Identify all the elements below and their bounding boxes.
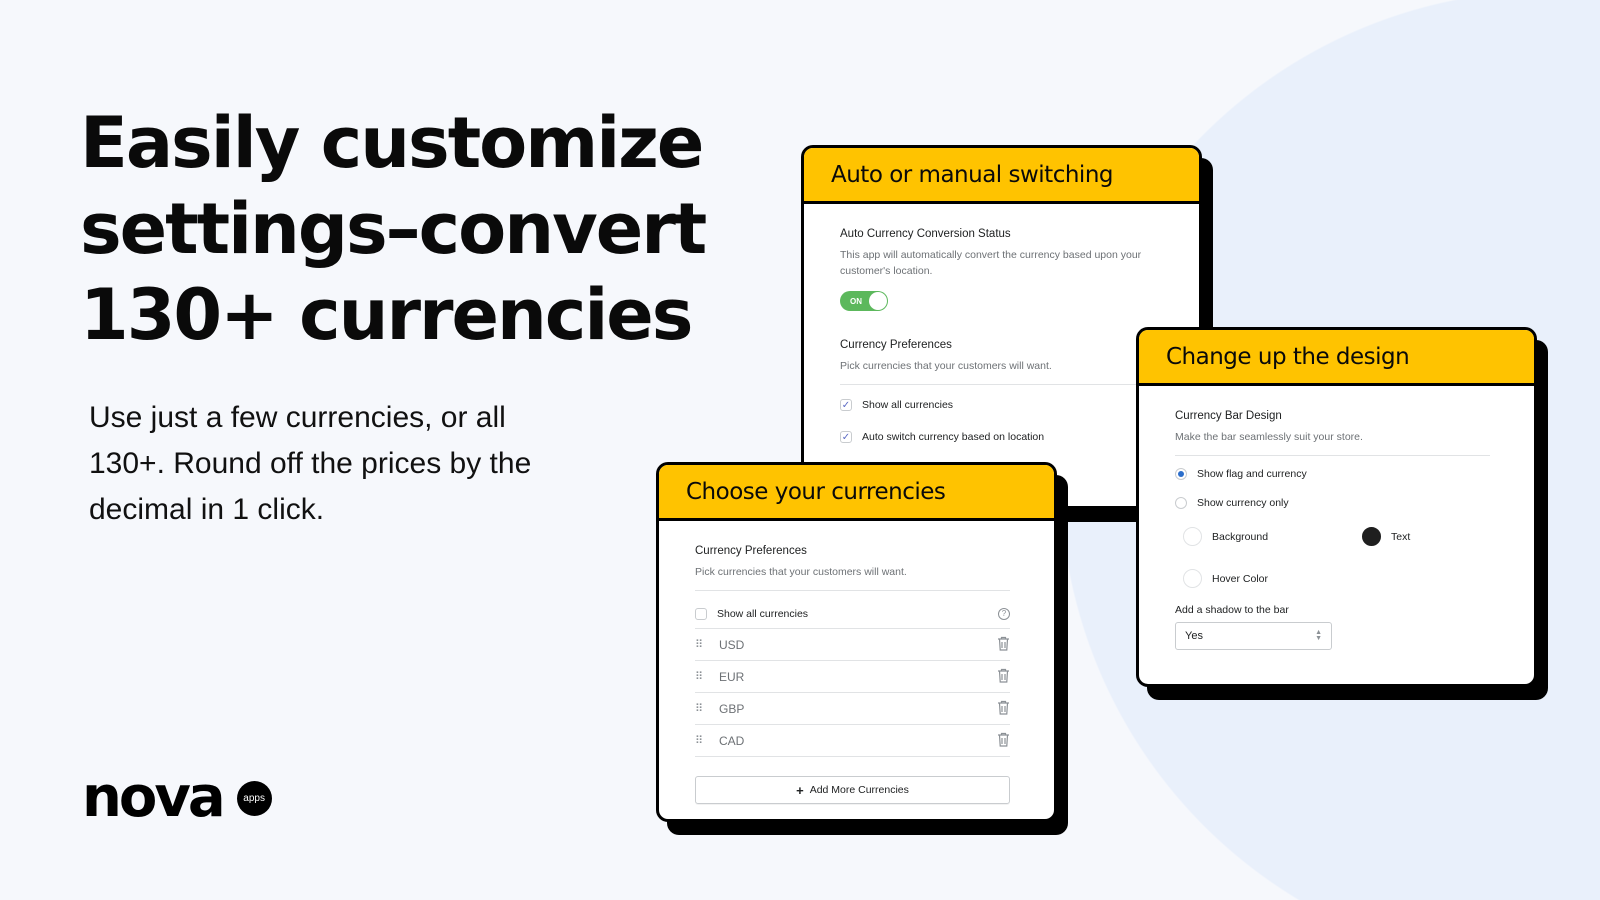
radio-selected-icon[interactable] xyxy=(1175,468,1187,480)
checkbox-checked-icon[interactable]: ✓ xyxy=(840,431,852,443)
add-currencies-button[interactable]: + Add More Currencies xyxy=(695,776,1010,804)
subtext: Use just a few currencies, or all 130+. … xyxy=(89,401,532,526)
hover-color-swatch[interactable] xyxy=(1183,569,1202,588)
currency-list: ⠿ USD ⠿ EUR ⠿ GBP ⠿ CAD xyxy=(695,629,1010,757)
currency-row: ⠿ EUR xyxy=(695,661,1010,693)
select-value: Yes xyxy=(1185,630,1203,642)
currency-code: EUR xyxy=(719,669,745,684)
help-icon[interactable]: ? xyxy=(998,607,1010,620)
drag-handle-icon[interactable]: ⠿ xyxy=(695,702,719,715)
select-arrows-icon: ▲ ▼ xyxy=(1315,629,1322,642)
currency-code: CAD xyxy=(719,733,745,748)
swatch-label: Hover Color xyxy=(1212,572,1269,585)
checkbox-checked-icon[interactable]: ✓ xyxy=(840,399,852,411)
currency-row: ⠿ USD xyxy=(695,629,1010,661)
shadow-label: Add a shadow to the bar xyxy=(1175,604,1289,616)
drag-handle-icon[interactable]: ⠿ xyxy=(695,670,719,683)
drag-handle-icon[interactable]: ⠿ xyxy=(695,734,719,747)
nova-apps-logo: nova apps xyxy=(82,770,272,826)
status-title: Auto Currency Conversion Status xyxy=(840,228,1011,240)
toggle-knob xyxy=(869,292,887,310)
card-title: Auto or manual switching xyxy=(804,148,1199,204)
currency-row: ⠿ CAD xyxy=(695,725,1010,757)
hover-color-row: Hover Color xyxy=(1175,569,1490,588)
section-title: Currency Bar Design xyxy=(1175,410,1282,422)
divider xyxy=(1175,455,1490,456)
prefs-title: Currency Preferences xyxy=(695,545,807,557)
background-color-swatch[interactable] xyxy=(1183,527,1202,546)
logo-badge: apps xyxy=(236,780,272,816)
radio-currency-only[interactable]: Show currency only xyxy=(1175,497,1490,509)
text-color-swatch[interactable] xyxy=(1362,527,1381,546)
prefs-title: Currency Preferences xyxy=(840,339,952,351)
swatch-label: Text xyxy=(1391,530,1411,543)
divider xyxy=(695,590,1010,591)
card-title: Change up the design xyxy=(1139,330,1534,386)
headline-line: settings–convert xyxy=(80,188,707,270)
option-label: Auto switch currency based on location xyxy=(862,431,1045,443)
currency-row: ⠿ GBP xyxy=(695,693,1010,725)
button-label: Add More Currencies xyxy=(809,784,909,796)
prefs-desc: Pick currencies that your customers will… xyxy=(840,360,1052,372)
card-title: Choose your currencies xyxy=(659,465,1054,521)
logo-word: nova xyxy=(82,765,226,830)
radio-icon[interactable] xyxy=(1175,497,1187,509)
auto-conversion-toggle[interactable]: ON xyxy=(840,291,888,311)
show-all-row[interactable]: Show all currencies ? xyxy=(695,599,1010,629)
prefs-desc: Pick currencies that your customers will… xyxy=(695,566,907,578)
trash-icon[interactable] xyxy=(997,700,1010,718)
swatch-label: Background xyxy=(1212,530,1269,543)
show-all-label: Show all currencies xyxy=(717,607,809,620)
color-row: Background Text xyxy=(1175,527,1490,546)
option-show-all[interactable]: ✓ Show all currencies xyxy=(840,399,1163,411)
drag-handle-icon[interactable]: ⠿ xyxy=(695,638,719,651)
section-desc: Make the bar seamlessly suit your store. xyxy=(1175,431,1363,443)
headline-line: 130+ currencies xyxy=(80,274,693,356)
toggle-label: ON xyxy=(850,297,862,306)
trash-icon[interactable] xyxy=(997,636,1010,654)
card-design: Change up the design Currency Bar Design… xyxy=(1136,327,1537,687)
plus-icon: + xyxy=(796,782,804,798)
status-desc: This app will automatically convert the … xyxy=(840,249,1142,277)
headline-line: Easily customize xyxy=(80,102,704,184)
radio-label: Show currency only xyxy=(1197,497,1289,509)
option-label: Show all currencies xyxy=(862,399,954,411)
radio-show-flag[interactable]: Show flag and currency xyxy=(1175,468,1490,480)
checkbox-icon[interactable] xyxy=(695,607,707,620)
shadow-select[interactable]: Yes ▲ ▼ xyxy=(1175,622,1332,650)
card-currencies: Choose your currencies Currency Preferen… xyxy=(656,462,1057,822)
currency-code: USD xyxy=(719,637,745,652)
trash-icon[interactable] xyxy=(997,732,1010,750)
radio-label: Show flag and currency xyxy=(1197,468,1307,480)
option-auto-switch[interactable]: ✓ Auto switch currency based on location xyxy=(840,431,1163,443)
trash-icon[interactable] xyxy=(997,668,1010,686)
currency-code: GBP xyxy=(719,701,745,716)
page-headline: Easily customize settings–convert 130+ c… xyxy=(80,100,780,358)
divider xyxy=(840,384,1163,385)
